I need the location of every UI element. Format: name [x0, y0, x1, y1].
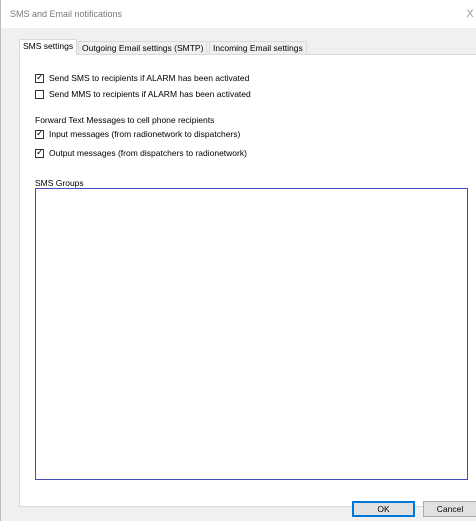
- checkmark-icon: ✓: [36, 146, 44, 157]
- tab-sms-settings[interactable]: SMS settings: [19, 39, 78, 55]
- send-mms-alarm-checkbox[interactable]: [35, 89, 44, 99]
- output-messages-checkbox[interactable]: ✓: [35, 146, 44, 158]
- input-messages-checkbox[interactable]: ✓: [35, 127, 44, 139]
- input-messages-label: Input messages (from radionetwork to dis…: [49, 129, 241, 139]
- sms-groups-list[interactable]: [35, 188, 468, 480]
- send-mms-alarm-label: Send MMS to recipients if ALARM has been…: [49, 89, 251, 99]
- tab-incoming-email-settings[interactable]: Incoming Email settings: [209, 41, 307, 54]
- send-sms-alarm-row[interactable]: ✓ Send SMS to recipients if ALARM has be…: [35, 72, 249, 84]
- cancel-button[interactable]: Cancel: [423, 501, 476, 517]
- output-messages-label: Output messages (from dispatchers to rad…: [49, 148, 247, 158]
- sms-settings-panel: ✓ Send SMS to recipients if ALARM has be…: [19, 54, 476, 507]
- output-messages-row[interactable]: ✓ Output messages (from dispatchers to r…: [35, 147, 247, 159]
- close-button[interactable]: X: [463, 4, 476, 24]
- input-messages-row[interactable]: ✓ Input messages (from radionetwork to d…: [35, 128, 240, 140]
- checkmark-icon: ✓: [36, 127, 44, 138]
- tab-outgoing-email-settings[interactable]: Outgoing Email settings (SMTP): [78, 41, 208, 54]
- send-sms-alarm-label: Send SMS to recipients if ALARM has been…: [49, 73, 250, 83]
- send-mms-alarm-row[interactable]: Send MMS to recipients if ALARM has been…: [35, 88, 251, 100]
- dialog-window: SMS and Email notifications X SMS settin…: [0, 0, 476, 521]
- checkmark-icon: ✓: [36, 71, 44, 82]
- sms-groups-label: SMS Groups: [35, 178, 84, 188]
- tab-strip: SMS settings Outgoing Email settings (SM…: [19, 39, 469, 55]
- ok-button[interactable]: OK: [352, 501, 415, 517]
- send-sms-alarm-checkbox[interactable]: ✓: [35, 71, 44, 83]
- forward-heading: Forward Text Messages to cell phone reci…: [35, 115, 215, 125]
- title-bar: SMS and Email notifications X: [1, 0, 476, 28]
- window-title: SMS and Email notifications: [10, 9, 123, 19]
